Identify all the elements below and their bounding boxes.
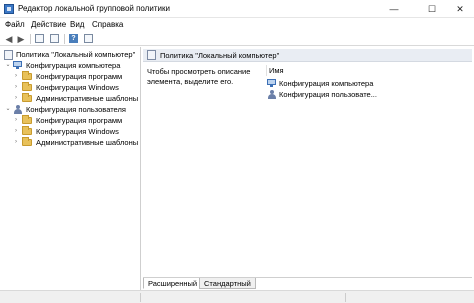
tree-item-computer-windows[interactable]: › Конфигурация Windows: [12, 82, 139, 93]
collapsed-chevron-icon[interactable]: ›: [13, 137, 19, 148]
help-icon[interactable]: ?: [69, 34, 78, 43]
user-icon: [13, 105, 23, 114]
computer-icon: [13, 61, 23, 70]
menu-view[interactable]: Вид: [70, 20, 84, 29]
tree-item-label: Административные шаблоны: [36, 138, 139, 147]
tree-item-user-windows[interactable]: › Конфигурация Windows: [12, 126, 139, 137]
status-separator: [345, 293, 346, 302]
toolbar-separator: [64, 34, 65, 44]
status-separator: [140, 293, 141, 302]
policy-document-icon: [147, 50, 156, 60]
column-header-label: Имя: [269, 66, 284, 75]
tree-item-user-config[interactable]: ⌄ Конфигурация пользователя: [4, 104, 139, 115]
tree-item-label: Политика "Локальный компьютер": [16, 50, 136, 59]
title-bar: Редактор локальной групповой политики — …: [0, 0, 474, 18]
details-header: Политика "Локальный компьютер": [143, 49, 472, 62]
collapsed-chevron-icon[interactable]: ›: [13, 82, 19, 93]
collapsed-chevron-icon[interactable]: ›: [13, 93, 19, 104]
folder-icon: [22, 71, 32, 80]
minimize-button[interactable]: —: [380, 0, 408, 18]
window-title: Редактор локальной групповой политики: [18, 4, 170, 13]
navigation-tree: Политика "Локальный компьютер" ⌄ Конфигу…: [2, 47, 141, 290]
tree-item-label: Конфигурация Windows: [36, 83, 119, 92]
back-icon[interactable]: ◀: [4, 34, 14, 44]
tree-item-label: Конфигурация пользователя: [26, 105, 126, 114]
tree-item-label: Административные шаблоны: [36, 94, 139, 103]
list-item-computer-config[interactable]: Конфигурация компьютера: [267, 78, 467, 89]
app-icon: [4, 4, 14, 14]
column-header-name[interactable]: Имя: [266, 65, 472, 76]
tree-item-computer-admin-templates[interactable]: › Административные шаблоны: [12, 93, 139, 104]
folder-icon: [22, 126, 32, 135]
filter-icon[interactable]: [84, 34, 93, 43]
expand-chevron-icon[interactable]: ⌄: [5, 104, 11, 115]
toolbar-separator: [30, 34, 31, 44]
folder-icon: [22, 115, 32, 124]
close-button[interactable]: ✕: [446, 0, 474, 18]
tab-standard[interactable]: Стандартный: [199, 278, 256, 289]
list-item-user-config[interactable]: Конфигурация пользовате...: [267, 89, 467, 100]
tree-item-label: Конфигурация Windows: [36, 127, 119, 136]
tree-item-label: Конфигурация программ: [36, 116, 123, 125]
details-title: Политика "Локальный компьютер": [160, 51, 280, 60]
menu-file[interactable]: Файл: [5, 20, 25, 29]
folder-icon: [22, 137, 32, 146]
view-tabs: Расширенный Стандартный: [143, 277, 472, 289]
status-bar: [0, 290, 474, 303]
menu-action[interactable]: Действие: [31, 20, 66, 29]
tree-item-label: Конфигурация компьютера: [26, 61, 121, 70]
toolbar: ◀ ▶ ?: [0, 32, 474, 46]
menu-help[interactable]: Справка: [92, 20, 123, 29]
expand-chevron-icon[interactable]: ⌄: [5, 60, 11, 71]
list-item-label: Конфигурация пользовате...: [279, 90, 377, 99]
forward-icon[interactable]: ▶: [16, 34, 26, 44]
computer-icon: [267, 79, 277, 88]
collapsed-chevron-icon[interactable]: ›: [13, 115, 19, 126]
list-item-label: Конфигурация компьютера: [279, 79, 374, 88]
collapsed-chevron-icon[interactable]: ›: [13, 71, 19, 82]
user-icon: [267, 90, 277, 99]
folder-icon: [22, 82, 32, 91]
tree-item-user-admin-templates[interactable]: › Административные шаблоны: [12, 137, 139, 148]
tree-item-root[interactable]: Политика "Локальный компьютер": [4, 49, 139, 60]
menu-bar: Файл Действие Вид Справка: [0, 18, 474, 32]
tree-item-computer-config[interactable]: ⌄ Конфигурация компьютера: [4, 60, 139, 71]
tree-item-user-software[interactable]: › Конфигурация программ: [12, 115, 139, 126]
tree-item-label: Конфигурация программ: [36, 72, 123, 81]
show-hide-tree-icon[interactable]: [35, 34, 44, 43]
details-pane: Политика "Локальный компьютер" Чтобы про…: [143, 47, 472, 290]
policy-document-icon: [4, 50, 13, 60]
folder-icon: [22, 93, 32, 102]
description-text: Чтобы просмотреть описание элемента, выд…: [147, 67, 251, 86]
maximize-button[interactable]: ☐: [418, 0, 446, 18]
properties-icon[interactable]: [50, 34, 59, 43]
tree-item-computer-software[interactable]: › Конфигурация программ: [12, 71, 139, 82]
collapsed-chevron-icon[interactable]: ›: [13, 126, 19, 137]
tab-extended[interactable]: Расширенный: [143, 278, 203, 289]
